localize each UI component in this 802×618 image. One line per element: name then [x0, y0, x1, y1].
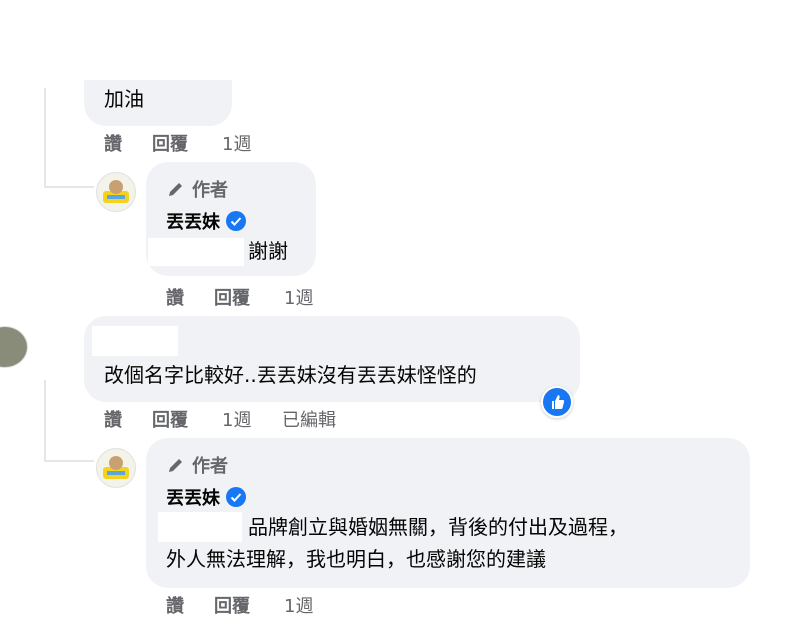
pencil-icon	[169, 459, 182, 472]
comment-actions: 讚 回覆 1週	[166, 284, 366, 310]
pencil-icon	[169, 183, 182, 196]
avatar[interactable]	[96, 172, 136, 212]
comment-actions: 讚 回覆 1週 已編輯	[104, 406, 404, 432]
comment-text-line: 外人無法理解，我也明白，也感謝您的建議	[166, 547, 546, 571]
avatar-image-icon	[103, 180, 129, 203]
verified-badge-icon	[226, 487, 246, 507]
author-badge: 作者	[166, 452, 228, 478]
avatar[interactable]	[0, 326, 28, 368]
thread-connector	[44, 460, 94, 462]
author-badge-label: 作者	[192, 180, 228, 201]
comment-text: 加油	[104, 87, 144, 111]
redacted-username	[92, 326, 178, 356]
author-name-row: 丟丟妹	[166, 484, 246, 510]
thread-line	[44, 88, 46, 188]
author-name-row: 丟丟妹	[166, 208, 246, 234]
verified-badge-icon	[226, 211, 246, 231]
timestamp[interactable]: 1週	[284, 592, 313, 618]
avatar-image-icon	[103, 456, 129, 479]
like-button[interactable]: 讚	[166, 592, 184, 618]
author-badge: 作者	[166, 176, 228, 202]
author-badge-label: 作者	[192, 456, 228, 477]
timestamp[interactable]: 1週	[222, 406, 251, 432]
comment-text: 謝謝	[248, 239, 288, 263]
timestamp[interactable]: 1週	[222, 130, 251, 156]
redacted-mention	[148, 238, 244, 266]
reply-button[interactable]: 回覆	[214, 284, 250, 310]
author-name[interactable]: 丟丟妹	[166, 484, 220, 510]
timestamp[interactable]: 1週	[284, 284, 313, 310]
like-button[interactable]: 讚	[104, 406, 122, 432]
comment-text: 改個名字比較好..丟丟妹沒有丟丟妹怪怪的	[104, 363, 477, 387]
comment-actions: 讚 回覆 1週	[166, 592, 366, 618]
reply-button[interactable]: 回覆	[152, 406, 188, 432]
like-button[interactable]: 讚	[104, 130, 122, 156]
comment-actions: 讚 回覆 1週	[104, 130, 304, 156]
like-button[interactable]: 讚	[166, 284, 184, 310]
thread-line	[44, 380, 46, 462]
reply-button[interactable]: 回覆	[214, 592, 250, 618]
reply-button[interactable]: 回覆	[152, 130, 188, 156]
thread-connector	[44, 186, 94, 188]
redacted-mention	[158, 512, 242, 542]
like-icon[interactable]	[541, 386, 573, 418]
edited-label[interactable]: 已編輯	[282, 406, 336, 432]
author-name[interactable]: 丟丟妹	[166, 208, 220, 234]
avatar[interactable]	[96, 448, 136, 488]
comment-text-line: 品牌創立與婚姻無關，背後的付出及過程，	[248, 515, 628, 539]
